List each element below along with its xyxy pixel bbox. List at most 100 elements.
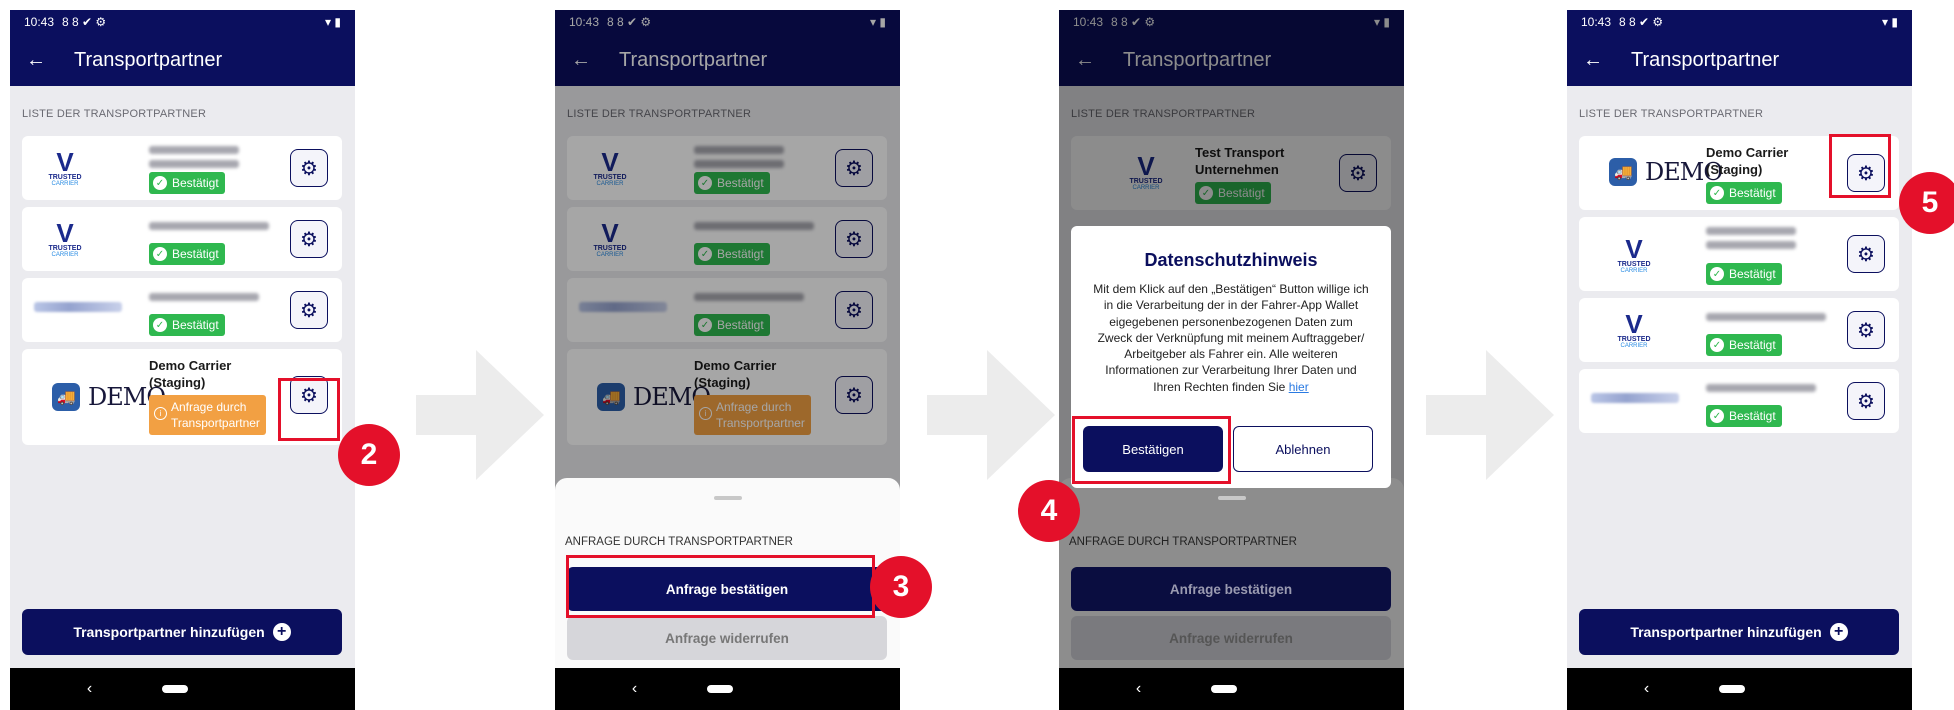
partner-card[interactable]: ✓ Bestätigt ⚙ <box>22 278 342 342</box>
nav-home-icon[interactable] <box>707 685 734 693</box>
sheet-handle[interactable] <box>1217 496 1246 500</box>
dialog-confirm-button[interactable]: Bestätigen <box>1083 426 1223 472</box>
blurred-company-name <box>149 222 269 230</box>
check-icon: ✓ <box>153 247 167 261</box>
blurred-company-name <box>1706 227 1796 235</box>
status-badge: ✓ Bestätigt <box>1706 263 1782 285</box>
status-bar: 10:43 8 8 ✔ ⚙ ▾ ▮ <box>1567 10 1912 34</box>
settings-gear-button[interactable]: ⚙ <box>1847 311 1885 349</box>
sheet-handle[interactable] <box>713 496 742 500</box>
plus-icon: + <box>1829 623 1848 641</box>
phone-screen-2: 10:43 8 8 ✔ ⚙ ▾ ▮ ← Transportpartner LIS… <box>555 10 900 710</box>
partner-card[interactable]: V TRUSTED CARRIER ✓ Bestätigt ⚙ <box>1579 298 1899 362</box>
blurred-company-name <box>149 293 259 301</box>
nav-back-icon[interactable]: ‹ <box>87 680 92 698</box>
partner-card[interactable]: ✓ Bestätigt ⚙ <box>1579 369 1899 433</box>
settings-gear-button[interactable]: ⚙ <box>290 149 328 187</box>
settings-gear-button[interactable]: ⚙ <box>290 376 328 414</box>
truck-icon: 🚚 <box>1609 158 1637 186</box>
partner-card-demo[interactable]: 🚚 DEMO Demo Carrier (Staging) ✓ Bestätigt … <box>1579 136 1899 210</box>
dialog-decline-button[interactable]: Ablehnen <box>1233 426 1373 472</box>
nav-back-icon[interactable]: ‹ <box>1136 680 1141 698</box>
add-partner-button[interactable]: Transportpartner hinzufügen + <box>22 609 342 655</box>
status-badge: ✓ Bestätigt <box>149 243 225 265</box>
company-name: Demo Carrier (Staging) <box>149 358 232 390</box>
settings-gear-button[interactable]: ⚙ <box>1847 235 1885 273</box>
confirm-request-button[interactable]: Anfrage bestätigen <box>567 567 887 611</box>
blurred-company-name <box>149 146 239 154</box>
status-badge: ✓ Bestätigt <box>1706 182 1782 204</box>
privacy-dialog: Datenschutzhinweis Mit dem Klick auf den… <box>1071 226 1391 488</box>
arrow-right-icon <box>927 350 1055 480</box>
privacy-link[interactable]: hier <box>1289 380 1309 394</box>
settings-gear-button[interactable]: ⚙ <box>1847 154 1885 192</box>
add-partner-button[interactable]: Transportpartner hinzufügen + <box>1579 609 1899 655</box>
settings-gear-button[interactable]: ⚙ <box>290 291 328 329</box>
dialog-body: Mit dem Klick auf den „Bestätigen“ Butto… <box>1093 282 1369 394</box>
android-nav-bar: ‹ <box>1059 668 1404 710</box>
settings-gear-button[interactable]: ⚙ <box>1847 382 1885 420</box>
revoke-request-button[interactable]: Anfrage widerrufen <box>567 616 887 660</box>
back-arrow-icon[interactable]: ← <box>26 49 46 72</box>
revoke-request-button[interactable]: Anfrage widerrufen <box>1071 616 1391 660</box>
status-bar: 10:43 8 8 ✔ ⚙ ▾ ▮ <box>10 10 355 34</box>
trusted-carrier-logo: V TRUSTED CARRIER <box>48 147 82 187</box>
status-time: 10:43 <box>1581 15 1612 29</box>
check-icon: ✓ <box>1710 267 1724 281</box>
pending-icon: i <box>154 407 167 420</box>
phone-screen-3: 10:43 8 8 ✔ ⚙ ▾ ▮ ← Transportpartner LIS… <box>1059 10 1404 710</box>
trusted-carrier-logo: V TRUSTED CARRIER <box>48 218 82 258</box>
partner-card-demo[interactable]: 🚚 DEMO Demo Carrier (Staging) i Anfrage du… <box>22 349 342 445</box>
nav-home-icon[interactable] <box>1719 685 1746 693</box>
check-icon: ✓ <box>1710 186 1724 200</box>
step-number-2: 2 <box>338 424 400 486</box>
request-badge: i Anfrage durch Transportpartner <box>149 395 266 435</box>
truck-icon: 🚚 <box>52 383 80 411</box>
status-time: 10:43 <box>24 15 55 29</box>
app-bar: ← Transportpartner <box>10 34 355 86</box>
trusted-carrier-logo: V TRUSTED CARRIER <box>1617 234 1651 274</box>
list-header: LISTE DER TRANSPORTPARTNER <box>1579 108 1764 120</box>
battery-icon: ▾ ▮ <box>325 15 341 29</box>
status-badge: ✓ Bestätigt <box>149 172 225 194</box>
back-arrow-icon[interactable]: ← <box>1583 49 1603 72</box>
check-icon: ✓ <box>153 318 167 332</box>
blurred-partner-logo <box>34 302 122 312</box>
partner-card[interactable]: V TRUSTED CARRIER ✓ Bestätigt ⚙ <box>1579 217 1899 291</box>
trusted-carrier-logo: V TRUSTED CARRIER <box>1617 309 1651 349</box>
arrow-right-icon <box>416 350 544 480</box>
nav-back-icon[interactable]: ‹ <box>632 680 637 698</box>
blurred-company-name <box>1706 313 1826 321</box>
check-icon: ✓ <box>1710 338 1724 352</box>
android-nav-bar: ‹ <box>1567 668 1912 710</box>
sheet-title: ANFRAGE DURCH TRANSPORTPARTNER <box>1069 536 1297 548</box>
company-name: Demo Carrier (Staging) <box>1706 145 1789 177</box>
blurred-company-name <box>1706 384 1816 392</box>
nav-back-icon[interactable]: ‹ <box>1644 680 1649 698</box>
status-badge: ✓ Bestätigt <box>1706 334 1782 356</box>
partner-card[interactable]: V TRUSTED CARRIER ✓ Bestätigt ⚙ <box>22 136 342 200</box>
phone-screen-4: 10:43 8 8 ✔ ⚙ ▾ ▮ ← Transportpartner LIS… <box>1567 10 1912 710</box>
dialog-title: Datenschutzhinweis <box>1144 250 1318 270</box>
step-number-5: 5 <box>1899 172 1954 234</box>
status-badge: ✓ Bestätigt <box>1706 405 1782 427</box>
android-nav-bar: ‹ <box>555 668 900 710</box>
arrow-right-icon <box>1426 350 1554 480</box>
check-icon: ✓ <box>1710 409 1724 423</box>
check-icon: ✓ <box>153 176 167 190</box>
list-header: LISTE DER TRANSPORTPARTNER <box>22 108 207 120</box>
sheet-title: ANFRAGE DURCH TRANSPORTPARTNER <box>565 536 793 548</box>
nav-home-icon[interactable] <box>162 685 189 693</box>
settings-gear-button[interactable]: ⚙ <box>290 220 328 258</box>
page-title: Transportpartner <box>74 48 223 71</box>
partner-card[interactable]: V TRUSTED CARRIER ✓ Bestätigt ⚙ <box>22 207 342 271</box>
page-title: Transportpartner <box>1631 48 1780 71</box>
confirm-request-button[interactable]: Anfrage bestätigen <box>1071 567 1391 611</box>
status-badge: ✓ Bestätigt <box>149 314 225 336</box>
phone-screen-1: 10:43 8 8 ✔ ⚙ ▾ ▮ ← Transportpartner LIS… <box>10 10 355 710</box>
plus-icon: + <box>272 623 291 641</box>
app-bar: ← Transportpartner <box>1567 34 1912 86</box>
android-nav-bar: ‹ <box>10 668 355 710</box>
nav-home-icon[interactable] <box>1211 685 1238 693</box>
battery-icon: ▾ ▮ <box>1882 15 1898 29</box>
